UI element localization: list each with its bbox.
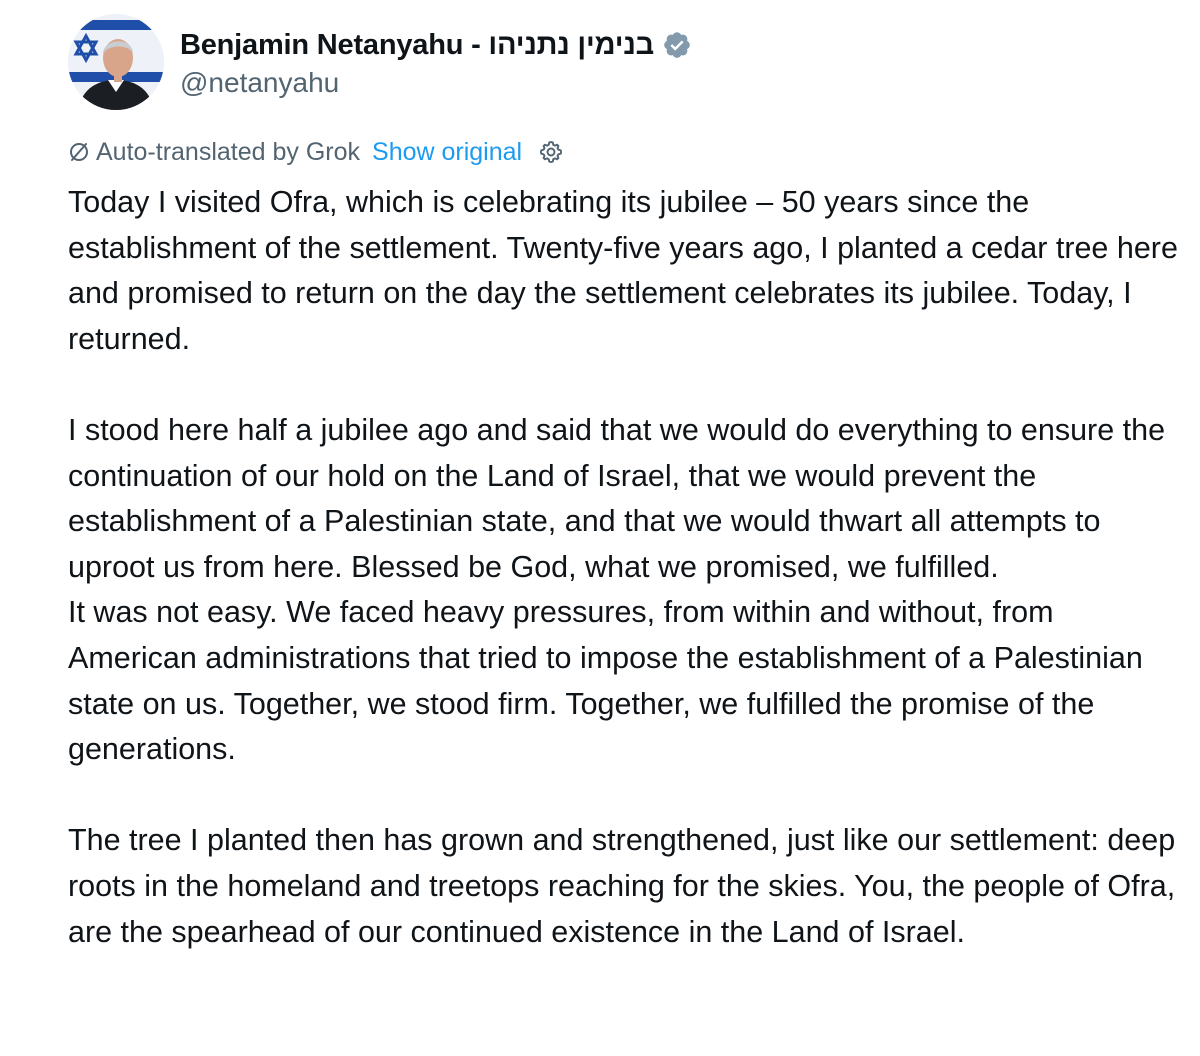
avatar[interactable]	[68, 14, 164, 110]
post-paragraph: It was not easy. We faced heavy pressure…	[68, 595, 1143, 767]
post: Benjamin Netanyahu - בנימין נתניהו @neta…	[0, 0, 1200, 1056]
post-header: Benjamin Netanyahu - בנימין נתניהו @neta…	[68, 14, 692, 110]
author-handle[interactable]: @netanyahu	[180, 67, 692, 99]
post-body: Today I visited Ofra, which is celebrati…	[68, 180, 1178, 955]
show-original-link[interactable]: Show original	[372, 138, 522, 167]
author-identity: Benjamin Netanyahu - בנימין נתניהו @neta…	[180, 25, 692, 99]
auto-translated-label: Auto-translated by Grok	[96, 137, 361, 166]
translate-slash-icon	[68, 141, 90, 163]
post-paragraph: The tree I planted then has grown and st…	[68, 823, 1176, 949]
gear-icon[interactable]	[538, 139, 564, 165]
author-display-name[interactable]: Benjamin Netanyahu - בנימין נתניהו	[180, 29, 654, 62]
verified-badge-icon[interactable]	[662, 30, 692, 60]
name-row: Benjamin Netanyahu - בנימין נתניהו	[180, 25, 692, 65]
post-paragraph: I stood here half a jubilee ago and said…	[68, 412, 1166, 584]
translation-bar: Auto-translated by Grok Show original	[68, 133, 564, 171]
post-paragraph: Today I visited Ofra, which is celebrati…	[68, 185, 1178, 356]
avatar-image	[68, 14, 164, 110]
